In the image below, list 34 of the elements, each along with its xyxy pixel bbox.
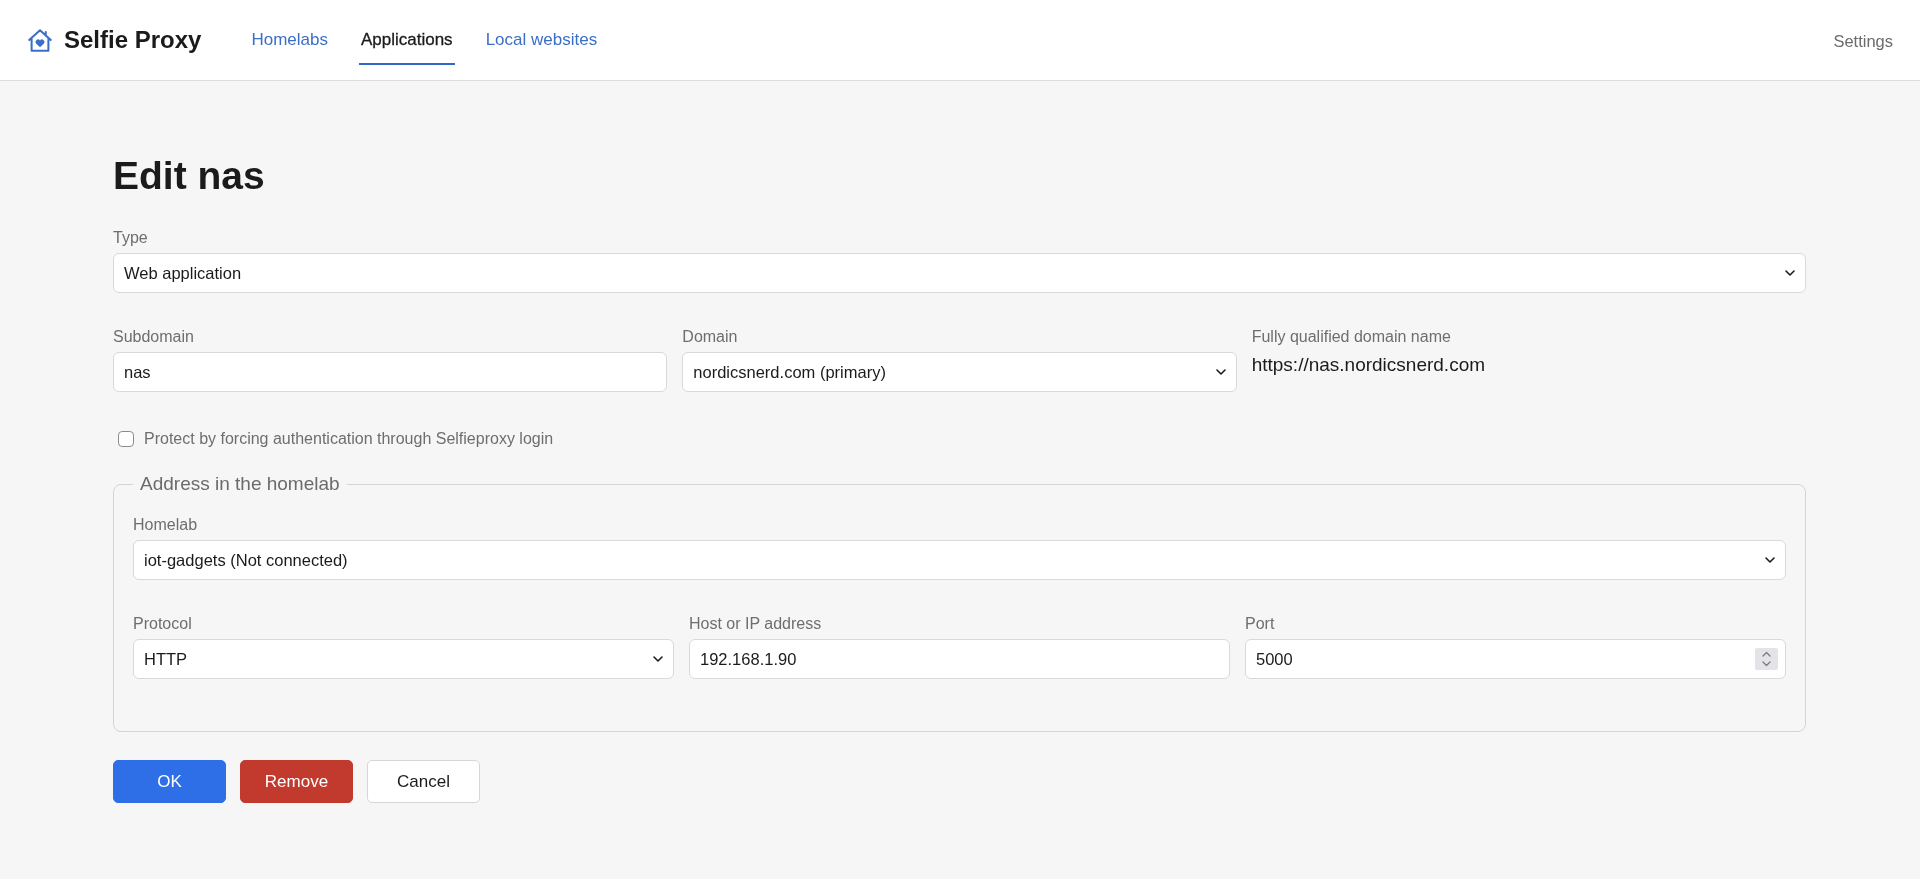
chevron-down-icon xyxy=(1785,270,1795,276)
field-label: Subdomain xyxy=(113,327,194,347)
dropdown-select[interactable]: Web application xyxy=(113,253,1806,293)
checkbox[interactable] xyxy=(118,431,134,447)
settings-link[interactable]: Settings xyxy=(1833,29,1893,53)
group-legend: Address in the homelab xyxy=(133,472,347,496)
text-input[interactable]: 192.168.1.90 xyxy=(689,639,1230,679)
page-title: Edit nas xyxy=(113,153,265,199)
field-label: Domain xyxy=(682,327,738,347)
number-input[interactable]: 5000 xyxy=(1245,639,1786,679)
field-label: Port xyxy=(1245,614,1275,634)
dropdown-select[interactable]: iot-gadgets (Not connected) xyxy=(133,540,1786,580)
ok-button[interactable]: OK xyxy=(113,760,226,803)
chevron-down-icon xyxy=(1215,369,1226,375)
field-label: Homelab xyxy=(133,515,198,535)
brand-title: Selfie Proxy xyxy=(64,25,202,55)
field-label: Protocol xyxy=(133,614,192,634)
domain-value-text: https://nas.nordicsnerd.com xyxy=(1251,353,1486,377)
nav-tab[interactable]: Homelabs xyxy=(249,28,330,65)
checkbox-label: Protect by forcing authentication through Selfieproxy login xyxy=(144,429,554,449)
field-label: Host or IP address xyxy=(689,614,822,634)
field-label: Fully qualified domain name xyxy=(1251,327,1451,347)
chevron-down-icon xyxy=(653,656,663,662)
remove-button[interactable]: Remove xyxy=(240,760,353,803)
house-heart-icon xyxy=(28,28,52,52)
stepper-icon xyxy=(1755,648,1778,670)
nav-tab[interactable]: Applications xyxy=(358,28,455,65)
dropdown-select[interactable]: HTTP xyxy=(133,639,674,679)
chevron-down-icon xyxy=(1765,557,1775,563)
cancel-button[interactable]: Cancel xyxy=(367,760,480,803)
text-input[interactable]: nas xyxy=(113,352,668,392)
dropdown-select[interactable]: nordicsnerd.com (primary) xyxy=(682,352,1237,392)
nav-tab[interactable]: Local websites xyxy=(483,28,600,65)
field-label: Type xyxy=(113,228,148,248)
